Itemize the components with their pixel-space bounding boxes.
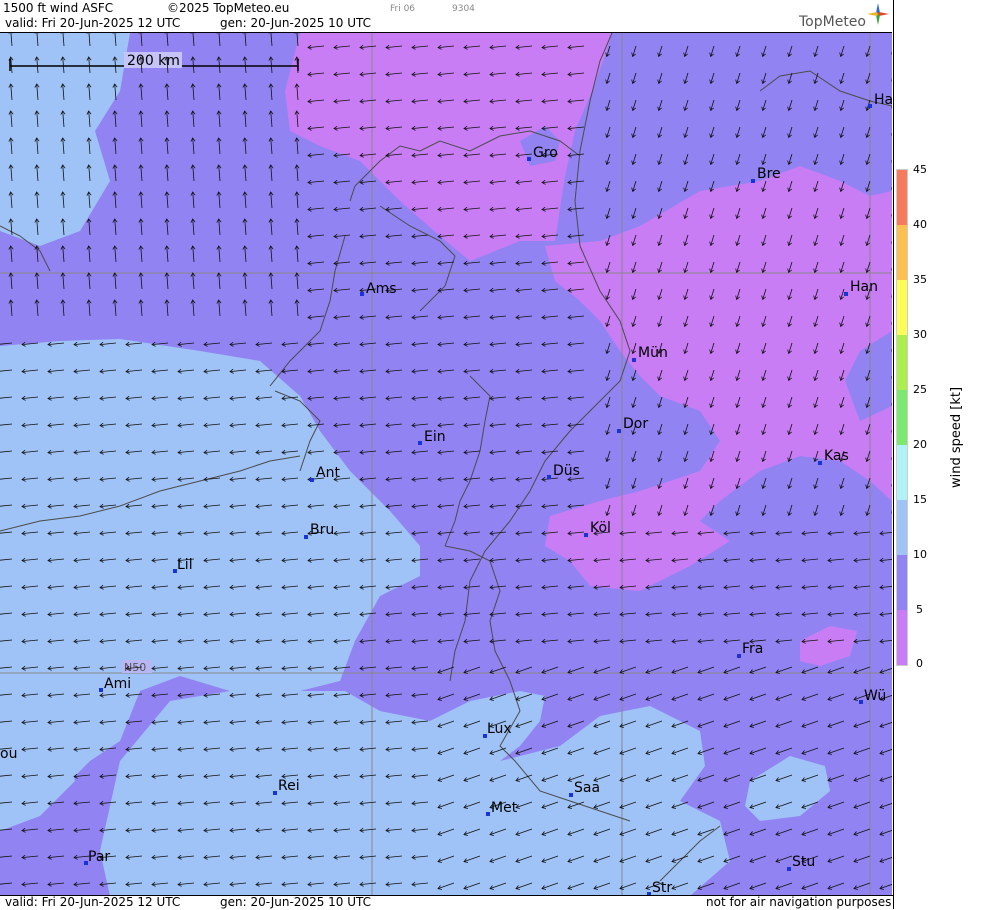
svg-text:Ant: Ant	[316, 465, 340, 481]
svg-text:Met: Met	[491, 800, 518, 816]
tick-40: 40	[913, 218, 927, 231]
gen-time: gen: 20-Jun-2025 10 UTC	[220, 16, 371, 30]
svg-text:Düs: Düs	[553, 463, 580, 479]
tick-25: 25	[913, 383, 927, 396]
footer: valid: Fri 20-Jun-2025 12 UTC gen: 20-Ju…	[0, 895, 893, 910]
svg-text:Fra: Fra	[742, 641, 763, 657]
compass-logo-icon	[866, 2, 890, 26]
day-tab[interactable]: Fri 06	[390, 4, 415, 14]
logo-text: TopMeteo	[799, 14, 866, 30]
city-ami: Ami	[99, 676, 131, 692]
svg-text:Ams: Ams	[366, 281, 397, 297]
svg-text:Rei: Rei	[278, 778, 300, 794]
colorbar-15-20	[897, 445, 907, 500]
legend-panel: 45 40 35 30 25 20 15 10 5 0 wind speed […	[893, 0, 983, 909]
svg-text:ou: ou	[0, 746, 17, 762]
tick-20: 20	[913, 438, 927, 451]
tick-0: 0	[916, 657, 923, 670]
tick-15: 15	[913, 493, 927, 506]
svg-text:Wü: Wü	[864, 688, 886, 704]
svg-text:Saa: Saa	[574, 780, 600, 796]
tick-35: 35	[913, 273, 927, 286]
colorbar-5-10	[897, 555, 907, 610]
svg-text:Par: Par	[88, 849, 110, 865]
copyright: ©2025 TopMeteo.eu	[167, 1, 289, 15]
colorbar-35-40	[897, 225, 907, 280]
colorbar-0-5	[897, 610, 907, 665]
colorbar-title: wind speed [kt]	[949, 387, 964, 488]
svg-text:Dor: Dor	[623, 416, 648, 432]
colorbar-20-25	[897, 390, 907, 445]
colorbar-40-45	[897, 170, 907, 225]
colorbar-title-wrap: wind speed [kt]	[944, 420, 983, 460]
colorbar-30-35	[897, 280, 907, 335]
city-ams: Ams	[360, 281, 397, 297]
svg-text:Ha: Ha	[874, 92, 892, 108]
svg-text:Kas: Kas	[824, 448, 849, 464]
footer-gen: gen: 20-Jun-2025 10 UTC	[220, 895, 371, 909]
svg-text:Ein: Ein	[424, 429, 446, 445]
valid-time: valid: Fri 20-Jun-2025 12 UTC	[5, 16, 180, 30]
colorbar-25-30	[897, 335, 907, 390]
wind-band-10-15-south	[100, 691, 730, 896]
city-lux: Lux	[483, 721, 512, 738]
svg-text:Han: Han	[850, 279, 878, 295]
tick-10: 10	[913, 548, 927, 561]
svg-text:Gro: Gro	[533, 145, 558, 161]
city-ou: ou	[0, 746, 17, 762]
city-stu: Stu	[787, 854, 815, 871]
colorbar-10-15	[897, 500, 907, 555]
svg-text:Ami: Ami	[104, 676, 131, 692]
colorbar	[896, 169, 908, 666]
svg-text:Stu: Stu	[792, 854, 815, 870]
svg-text:Köl: Köl	[590, 520, 611, 536]
footer-valid: valid: Fri 20-Jun-2025 12 UTC	[5, 895, 180, 909]
svg-text:Mün: Mün	[638, 345, 668, 361]
city-par: Par	[84, 849, 110, 865]
chart-title: 1500 ft wind ASFC	[3, 1, 113, 15]
wind-map[interactable]: 200 km N50 Ha Gro Bre Ams Han Mün Dor Ei…	[0, 32, 892, 896]
svg-text:Str: Str	[652, 880, 672, 896]
city-met: Met	[486, 800, 518, 816]
city-wu: Wü	[859, 688, 886, 704]
city-mun: Mün	[632, 345, 668, 362]
city-saa: Saa	[569, 780, 600, 797]
tick-30: 30	[913, 328, 927, 341]
svg-text:Bru: Bru	[310, 522, 334, 538]
svg-text:Bre: Bre	[757, 166, 781, 182]
footer-disclaimer: not for air navigation purposes	[706, 895, 891, 909]
code-label: 9304	[452, 4, 475, 14]
scale-label: 200 km	[127, 53, 180, 69]
svg-text:Lux: Lux	[487, 721, 512, 737]
tick-5: 5	[916, 603, 923, 616]
city-han: Han	[844, 279, 878, 296]
tick-45: 45	[913, 163, 927, 176]
header: 1500 ft wind ASFC ©2025 TopMeteo.eu Fri …	[0, 0, 893, 32]
svg-text:Lil: Lil	[177, 557, 193, 573]
